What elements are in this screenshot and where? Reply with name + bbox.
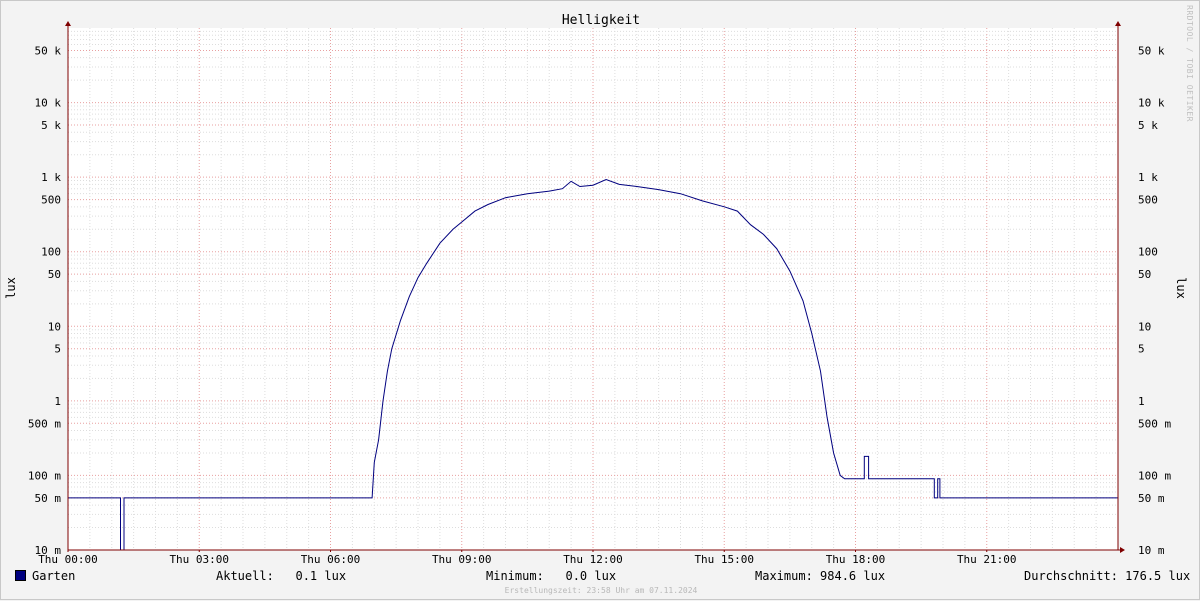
aktuell-value: 0.1 lux [295, 569, 347, 583]
y-tick-label-left: 500 [41, 194, 61, 207]
durchschnitt-value: 176.5 lux [1125, 569, 1191, 583]
y-tick-label-left: 5 k [41, 119, 61, 132]
x-axis-arrow [1120, 547, 1125, 553]
y-tick-label-left: 50 m [35, 492, 62, 505]
y-axis-label-left: lux [4, 277, 18, 299]
y-tick-label-left: 1 [54, 395, 61, 408]
legend-minimum: Minimum: 0.0 lux [486, 569, 616, 583]
y-tick-label-right: 1 k [1138, 171, 1158, 184]
x-tick-label: Thu 15:00 [694, 553, 754, 566]
y-tick-label-right: 50 [1138, 268, 1151, 281]
chart-svg: 50 k 50 k 10 k 10 k 5 k 5 k 1 k 1 k 500 500 100 100… [4, 13, 1188, 566]
maximum-value: 984.6 lux [820, 569, 886, 583]
y-axis-arrow-left [65, 21, 71, 26]
legend-maximum: Maximum: 984.6 lux [755, 569, 885, 583]
y-tick-label-left: 10 k [35, 97, 62, 110]
y-tick-label-right: 10 m [1138, 544, 1165, 557]
y-tick-label-left: 1 k [41, 171, 61, 184]
y-tick-label-right: 10 [1138, 320, 1151, 333]
y-tick-label-right: 500 [1138, 194, 1158, 207]
y-tick-label-right: 500 m [1138, 417, 1171, 430]
chart-frame: 50 k 50 k 10 k 10 k5 k5 k1 k1 k 500 500 100 100… [0, 0, 1200, 600]
footer-timestamp: Erstellungszeit: 23:58 Uhr am 07.11.2024 [504, 586, 698, 595]
x-tick-label: Thu 06:00 [301, 553, 361, 566]
y-tick-label-left: 100 [41, 246, 61, 259]
y-tick-label-left: 5 [54, 343, 61, 356]
aktuell-label: Aktuell: [216, 569, 274, 583]
y-tick-label-right: 1 [1138, 395, 1145, 408]
y-tick-label-left: 50 [48, 268, 61, 281]
legend-aktuell: Aktuell: 0.1 lux [216, 569, 346, 583]
y-tick-label-right: 50 m [1138, 492, 1165, 505]
minimum-value: 0.0 lux [565, 569, 617, 583]
y-tick-label-left: 100 m [28, 469, 61, 482]
y-tick-label-left: 50 k [35, 44, 62, 57]
x-tick-label: Thu 09:00 [432, 553, 492, 566]
y-axis-label-right: lux [1174, 277, 1188, 299]
y-tick-label-right: 50 k [1138, 44, 1165, 57]
x-tick-label: Thu 18:00 [826, 553, 886, 566]
y-tick-label-right: 5 k [1138, 119, 1158, 132]
x-tick-label: Thu 03:00 [169, 553, 229, 566]
x-tick-label: Thu 12:00 [563, 553, 623, 566]
legend-series-name: Garten [32, 569, 76, 583]
x-tick-label: Thu 00:00 [38, 553, 98, 566]
y-axis-arrow-right [1115, 21, 1121, 26]
durchschnitt-label: Durchschnitt: [1024, 569, 1118, 583]
legend-series: Garten [15, 569, 75, 583]
minimum-label: Minimum: [486, 569, 544, 583]
y-tick-label-right: 5 [1138, 343, 1145, 356]
legend-durchschnitt: Durchschnitt: 176.5 lux [1024, 569, 1190, 583]
chart-title: Helligkeit [562, 13, 640, 28]
y-tick-label-left: 500 m [28, 417, 61, 430]
legend-swatch [15, 570, 26, 581]
rrdtool-watermark: RRDTOOL / TOBI OETIKER [1185, 5, 1194, 122]
y-tick-label-right: 10 k [1138, 97, 1165, 110]
x-tick-label: Thu 21:00 [957, 553, 1017, 566]
y-tick-label-left: 10 [48, 320, 61, 333]
x-tick-labels: Thu 00:00 Thu 03:00 Thu 06:00 Thu 09:00 Thu … [38, 553, 1016, 566]
y-tick-label-right: 100 m [1138, 469, 1171, 482]
y-tick-label-right: 100 [1138, 246, 1158, 259]
maximum-label: Maximum: [755, 569, 813, 583]
